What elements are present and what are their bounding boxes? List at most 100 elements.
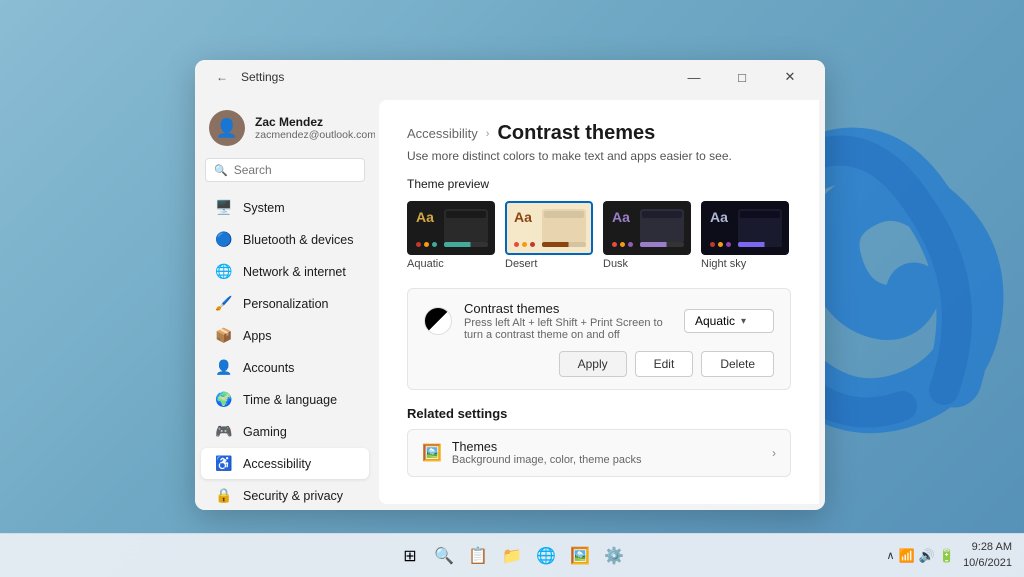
theme-aa-desert: Aa [514, 209, 532, 225]
search-icon: 🔍 [214, 164, 228, 177]
taskbar-photos-icon[interactable]: 🖼️ [566, 542, 594, 570]
nav-item-bluetooth[interactable]: 🔵 Bluetooth & devices [201, 224, 369, 255]
related-item-left: 🖼️ Themes Background image, color, theme… [422, 440, 641, 466]
theme-card-nightsky[interactable]: Aa Night sky [701, 201, 789, 270]
maximize-button[interactable]: □ [719, 63, 765, 91]
breadcrumb-parent[interactable]: Accessibility [407, 126, 478, 141]
theme-preview-label: Theme preview [407, 177, 791, 191]
theme-name-aquatic: Aquatic [407, 258, 495, 270]
taskbar-time-date[interactable]: 9:28 AM 10/6/2021 [963, 540, 1012, 571]
taskbar-browser-icon[interactable]: 🌐 [532, 542, 560, 570]
wifi-icon[interactable]: 📶 [899, 548, 915, 564]
contrast-theme-dropdown[interactable]: Aquatic ▾ [684, 309, 774, 333]
taskbar-settings-icon[interactable]: ⚙️ [600, 542, 628, 570]
battery-icon[interactable]: 🔋 [939, 548, 955, 564]
window-body: 👤 Zac Mendez zacmendez@outlook.com 🔍 🖥️ … [195, 94, 825, 510]
taskbar-files-icon[interactable]: 📁 [498, 542, 526, 570]
related-settings-title: Related settings [407, 406, 791, 421]
profile-email: zacmendez@outlook.com [255, 129, 375, 141]
chevron-right-icon: › [772, 446, 776, 460]
nav-item-accessibility[interactable]: ♿ Accessibility [201, 448, 369, 479]
related-item-themes[interactable]: 🖼️ Themes Background image, color, theme… [407, 429, 791, 477]
nav-item-system[interactable]: 🖥️ System [201, 192, 369, 223]
theme-bar-desert [542, 242, 586, 247]
theme-card-desert[interactable]: Aa Desert [505, 201, 593, 270]
main-content: Accessibility › Contrast themes Use more… [379, 100, 819, 504]
nav-item-gaming[interactable]: 🎮 Gaming [201, 416, 369, 447]
contrast-setting-row: Contrast themes Press left Alt + left Sh… [424, 301, 774, 341]
related-themes-title: Themes [452, 440, 642, 454]
sidebar-profile[interactable]: 👤 Zac Mendez zacmendez@outlook.com [195, 102, 375, 158]
theme-bar-nightsky [738, 242, 782, 247]
theme-card-aquatic[interactable]: Aa Aquatic [407, 201, 495, 270]
dot1 [416, 242, 421, 247]
back-button[interactable]: ← [211, 66, 233, 88]
nav-item-accounts[interactable]: 👤 Accounts [201, 352, 369, 383]
contrast-icon [424, 307, 452, 335]
volume-icon[interactable]: 🔊 [919, 548, 935, 564]
close-button[interactable]: ✕ [767, 63, 813, 91]
dropdown-selected-value: Aquatic [695, 314, 735, 328]
theme-name-dusk: Dusk [603, 258, 691, 270]
nav-item-apps[interactable]: 📦 Apps [201, 320, 369, 351]
breadcrumb-current: Contrast themes [497, 122, 655, 145]
contrast-setting-card: Contrast themes Press left Alt + left Sh… [407, 288, 791, 390]
minimize-button[interactable]: — [671, 63, 717, 91]
search-box[interactable]: 🔍 [205, 158, 365, 182]
title-bar-controls: — □ ✕ [671, 63, 813, 91]
nav-label-system: System [243, 201, 285, 215]
page-description: Use more distinct colors to make text an… [407, 149, 791, 163]
contrast-setting-text: Contrast themes Press left Alt + left Sh… [464, 301, 684, 341]
contrast-setting-subtitle: Press left Alt + left Shift + Print Scre… [464, 317, 684, 341]
taskbar-date: 10/6/2021 [963, 556, 1012, 571]
contrast-setting-title: Contrast themes [464, 301, 684, 316]
nav-label-gaming: Gaming [243, 425, 287, 439]
related-item-text: Themes Background image, color, theme pa… [452, 440, 642, 466]
dot1 [710, 242, 715, 247]
security-icon: 🔒 [215, 487, 233, 504]
nav-item-personalization[interactable]: 🖌️ Personalization [201, 288, 369, 319]
dot3 [530, 242, 535, 247]
taskbar-search-icon[interactable]: 🔍 [430, 542, 458, 570]
personalization-icon: 🖌️ [215, 295, 233, 312]
breadcrumb: Accessibility › Contrast themes [407, 122, 791, 145]
themes-icon: 🖼️ [422, 443, 442, 463]
nav-label-accessibility: Accessibility [243, 457, 311, 471]
taskbar-time: 9:28 AM [963, 540, 1012, 555]
theme-bar-dusk [640, 242, 684, 247]
dot3 [432, 242, 437, 247]
title-bar: ← Settings — □ ✕ [195, 60, 825, 94]
theme-thumbnail-desert: Aa [505, 201, 593, 255]
dot1 [514, 242, 519, 247]
avatar: 👤 [209, 110, 245, 146]
chevron-up-icon[interactable]: ∧ [886, 549, 894, 562]
nav-item-network[interactable]: 🌐 Network & internet [201, 256, 369, 287]
theme-name-nightsky: Night sky [701, 258, 789, 270]
theme-aa-nightsky: Aa [710, 209, 728, 225]
dot3 [726, 242, 731, 247]
accounts-icon: 👤 [215, 359, 233, 376]
related-themes-subtitle: Background image, color, theme packs [452, 454, 642, 466]
apply-button[interactable]: Apply [559, 351, 627, 377]
taskbar-center: ⊞ 🔍 📋 📁 🌐 🖼️ ⚙️ [396, 542, 628, 570]
search-input[interactable] [234, 163, 356, 177]
theme-aa-dusk: Aa [612, 209, 630, 225]
settings-window: ← Settings — □ ✕ 👤 Zac Mendez zacmendez@… [195, 60, 825, 510]
title-bar-left: ← Settings [211, 66, 284, 88]
sidebar: 👤 Zac Mendez zacmendez@outlook.com 🔍 🖥️ … [195, 94, 375, 510]
dot2 [718, 242, 723, 247]
taskbar-taskview-icon[interactable]: 📋 [464, 542, 492, 570]
gaming-icon: 🎮 [215, 423, 233, 440]
theme-card-dusk[interactable]: Aa Dusk [603, 201, 691, 270]
dot2 [620, 242, 625, 247]
apps-icon: 📦 [215, 327, 233, 344]
nav-item-time-language[interactable]: 🌍 Time & language [201, 384, 369, 415]
nav-item-security[interactable]: 🔒 Security & privacy [201, 480, 369, 510]
taskbar-sys-icons: ∧ 📶 🔊 🔋 [886, 548, 955, 564]
theme-window-nightsky [738, 209, 782, 243]
taskbar-start-icon[interactable]: ⊞ [396, 542, 424, 570]
delete-button[interactable]: Delete [701, 351, 774, 377]
edit-button[interactable]: Edit [635, 351, 694, 377]
nav-label-security: Security & privacy [243, 489, 343, 503]
dot3 [628, 242, 633, 247]
